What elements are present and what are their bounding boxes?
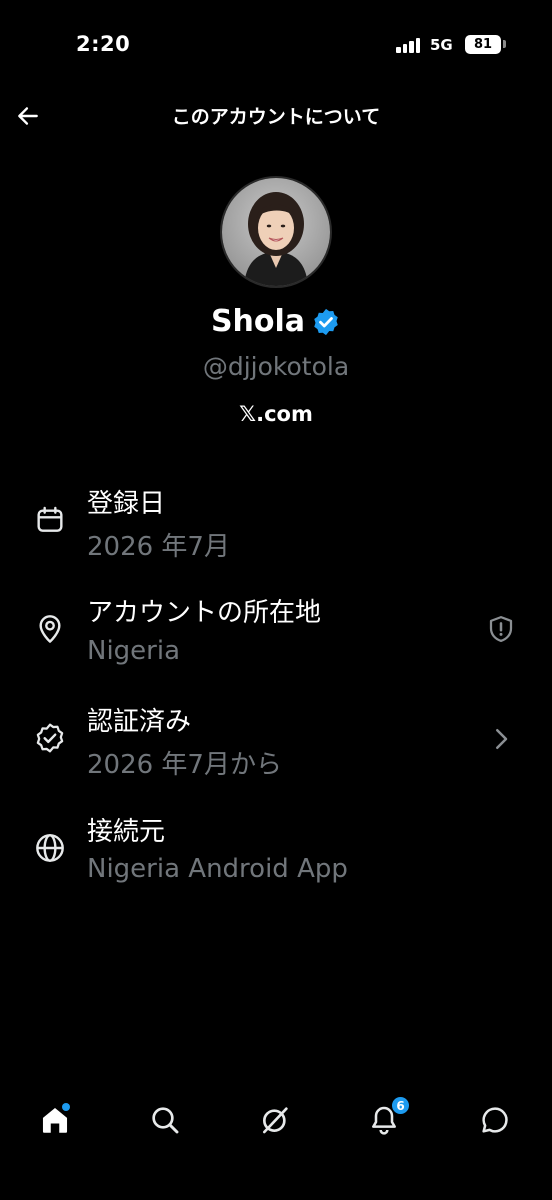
search-icon [152, 1107, 179, 1134]
info-label: 認証済み [87, 707, 192, 737]
network-type: 5G [430, 36, 453, 54]
verified-badge-icon [314, 308, 338, 335]
shield-icon[interactable] [486, 614, 516, 644]
grok-icon [263, 1107, 288, 1134]
display-name: Shola [210, 304, 306, 339]
page-title: このアカウントについて [171, 106, 381, 128]
calendar-icon [37, 506, 63, 532]
info-value: Nigeria [87, 636, 181, 666]
header: このアカウントについて [0, 94, 552, 138]
info-row-verified[interactable]: 認証済み 2026 年7月から [0, 698, 552, 798]
battery-icon: 81 [465, 35, 501, 54]
notifications-badge: 6 [391, 1096, 410, 1115]
battery-tip [503, 40, 506, 48]
status-bar: 2:20 5G 81 [0, 0, 552, 92]
site-row: 𝕏.com [0, 402, 552, 426]
info-value: 2026 年7月から [87, 750, 282, 780]
nav-home[interactable] [35, 1100, 75, 1140]
nav-grok[interactable] [255, 1100, 295, 1140]
display-name-row: Shola [0, 304, 552, 339]
info-row-location: アカウントの所在地 Nigeria [0, 590, 552, 690]
info-label: 登録日 [87, 489, 166, 519]
nav-notifications[interactable]: 6 [364, 1096, 410, 1140]
status-time: 2:20 [76, 32, 131, 56]
info-row-connected-via: 接続元 Nigeria Android App [0, 808, 552, 908]
info-label: アカウントの所在地 [87, 598, 322, 628]
bottom-nav: 6 [0, 1088, 552, 1152]
chevron-right-icon [496, 729, 508, 749]
home-unread-dot [62, 1103, 70, 1111]
globe-icon [36, 834, 64, 862]
info-value: Nigeria Android App [87, 854, 348, 884]
avatar[interactable] [220, 176, 332, 288]
nav-messages[interactable] [475, 1100, 515, 1140]
verified-badge-icon [36, 723, 64, 753]
signal-icon [396, 37, 422, 53]
site-label: 𝕏.com [239, 402, 313, 426]
messages-icon [482, 1107, 508, 1133]
info-value: 2026 年7月 [87, 532, 230, 562]
username-handle: @djjokotola [202, 352, 350, 381]
info-label: 接続元 [87, 817, 166, 847]
info-row-joined: 登録日 2026 年7月 [0, 480, 552, 580]
nav-search[interactable] [145, 1100, 185, 1140]
location-pin-icon [39, 615, 61, 643]
